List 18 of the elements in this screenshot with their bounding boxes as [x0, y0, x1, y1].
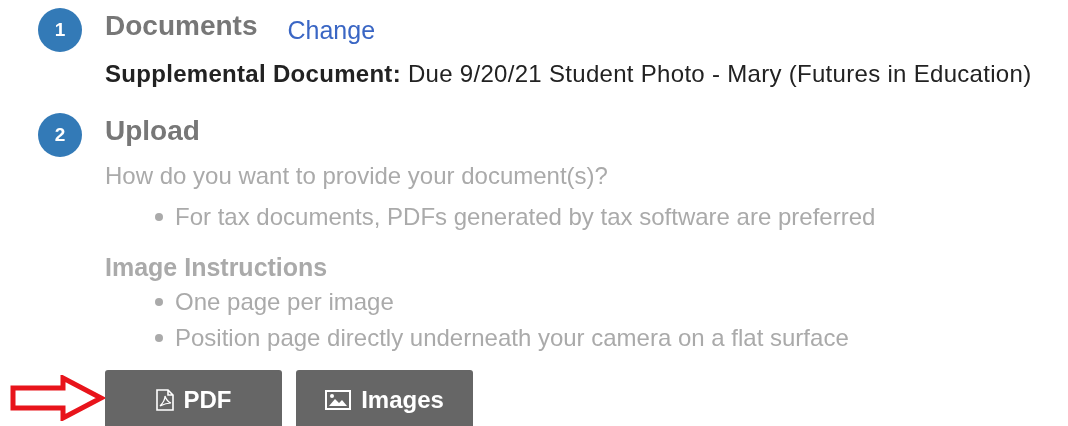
pdf-button[interactable]: PDF	[105, 370, 282, 426]
image-icon	[325, 390, 352, 410]
step-number: 2	[38, 113, 82, 157]
bullet-icon	[155, 213, 163, 221]
images-button[interactable]: Images	[296, 370, 473, 426]
instructions-heading: Image Instructions	[105, 253, 329, 281]
pdf-file-icon	[155, 389, 174, 411]
change-link[interactable]: Change	[287, 15, 376, 45]
document-detail: Supplemental Document: Due 9/20/21 Student Photo - Mary (Futures in Education)	[105, 60, 1032, 88]
bullet-icon	[155, 298, 163, 306]
bullet-text: For tax documents, PDFs generated by tax software are preferred	[175, 203, 876, 231]
step-title: Upload	[105, 115, 200, 147]
upload-prompt: How do you want to provide your document(s)?	[105, 162, 609, 190]
bullet-text: One page per image	[175, 288, 394, 316]
step-number: 1	[38, 8, 82, 52]
bullet-text: Position page directly underneath your camera on a flat surface	[175, 324, 849, 352]
bullet-icon	[155, 334, 163, 342]
step-title: Documents	[105, 10, 258, 42]
